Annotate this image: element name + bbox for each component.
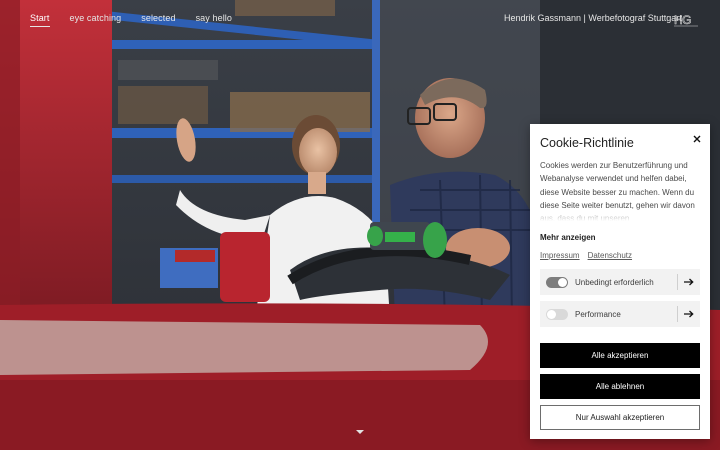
text-fade (540, 207, 702, 221)
cookie-text-container: Cookies werden zur Benutzerführung und W… (540, 159, 702, 221)
impressum-link[interactable]: Impressum (540, 251, 580, 260)
cookie-option-necessary: Unbedingt erforderlich (540, 269, 700, 295)
datenschutz-link[interactable]: Datenschutz (588, 251, 632, 260)
toggle-knob (558, 277, 567, 287)
toggle-knob (547, 309, 556, 319)
nav-item-selected[interactable]: selected (141, 13, 175, 27)
show-more-link[interactable]: Mehr anzeigen (540, 233, 596, 242)
option-label-necessary: Unbedingt erforderlich (575, 277, 654, 287)
toggle-performance[interactable] (546, 308, 568, 320)
logo-text: HG (674, 13, 691, 27)
reject-all-button[interactable]: Alle ablehnen (540, 374, 700, 399)
cookie-title: Cookie-Richtlinie (540, 136, 634, 150)
accept-selection-button[interactable]: Nur Auswahl akzeptieren (540, 405, 700, 430)
brand-name[interactable]: Hendrik Gassmann | Werbefotograf Stuttga… (504, 13, 682, 23)
arrow-right-icon[interactable] (678, 269, 700, 295)
hg-logo[interactable]: HG (674, 12, 698, 27)
cookie-option-performance: Performance (540, 301, 700, 327)
option-label-performance: Performance (575, 309, 621, 319)
toggle-necessary[interactable] (546, 276, 568, 288)
main-navigation: Start eye catching selected say hello (30, 13, 232, 27)
nav-item-say-hello[interactable]: say hello (196, 13, 232, 27)
close-icon[interactable] (690, 132, 704, 146)
cookie-dialog: Cookie-Richtlinie Cookies werden zur Ben… (530, 124, 710, 439)
nav-item-start[interactable]: Start (30, 13, 50, 27)
scroll-down-icon[interactable] (356, 430, 364, 434)
nav-item-eye-catching[interactable]: eye catching (70, 13, 122, 27)
accept-all-button[interactable]: Alle akzeptieren (540, 343, 700, 368)
legal-links: Impressum Datenschutz (540, 251, 632, 260)
arrow-right-icon[interactable] (678, 301, 700, 327)
